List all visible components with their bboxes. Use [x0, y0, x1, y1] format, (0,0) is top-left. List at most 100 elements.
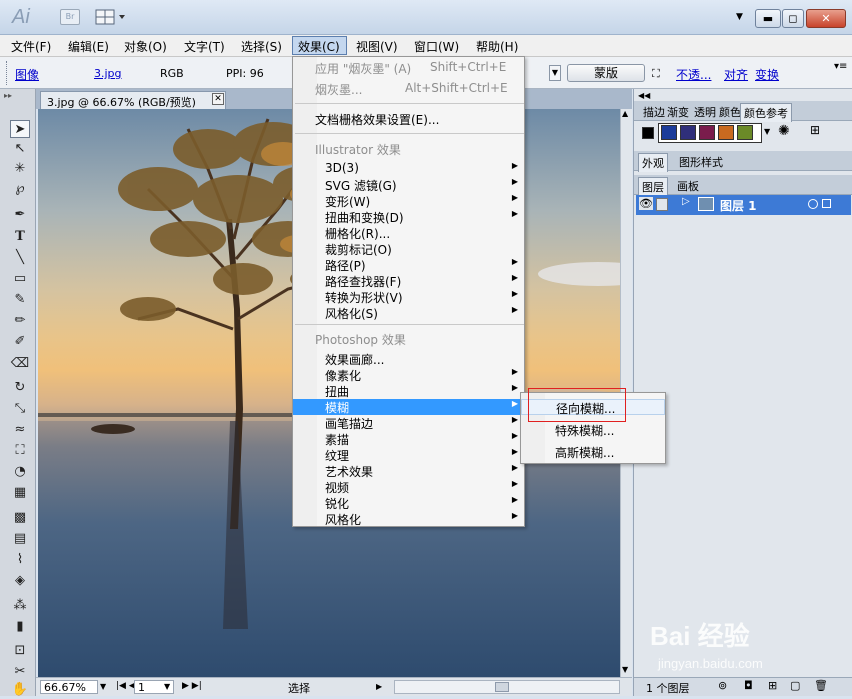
swatch-4[interactable] [718, 125, 734, 140]
submenu-item-gaussian-blur[interactable]: 高斯模糊... [521, 444, 665, 460]
scroll-thumb[interactable] [495, 682, 509, 692]
menu-item-last-effect[interactable]: 烟灰墨... Alt+Shift+Ctrl+E [293, 81, 524, 97]
direct-selection-tool-icon[interactable]: ↖ [10, 140, 30, 158]
target-circle-icon[interactable] [808, 199, 818, 209]
blend-tool-icon[interactable]: ◈ [10, 572, 30, 590]
menu-item-texture[interactable]: 纹理 ▶ [293, 447, 524, 463]
perspective-grid-tool-icon[interactable]: ▦ [10, 484, 30, 502]
hand-tool-icon[interactable]: ✋ [10, 681, 30, 699]
menu-item-distort[interactable]: 扭曲 ▶ [293, 383, 524, 399]
edit-colors-icon[interactable]: ✺ [778, 123, 790, 139]
paintbrush-tool-icon[interactable]: ✎ [10, 291, 30, 309]
status-menu-icon[interactable]: ▶ [376, 682, 382, 691]
blob-brush-tool-icon[interactable]: ✐ [10, 333, 30, 351]
zoom-field[interactable]: 66.67% [40, 680, 98, 694]
last-artboard-icon[interactable]: ▶ ▶| [182, 681, 202, 691]
image-link[interactable]: 图像 [15, 66, 39, 83]
menu-item-crop-marks[interactable]: 裁剪标记(O) [293, 241, 524, 257]
selection-tool-icon[interactable]: ➤ [10, 120, 30, 138]
panel-menu-icon[interactable]: ▾≡ [834, 61, 847, 72]
base-color-swatch[interactable] [642, 127, 654, 139]
column-graph-tool-icon[interactable]: ▮ [10, 618, 30, 636]
pencil-tool-icon[interactable]: ✏ [10, 312, 30, 330]
arrange-documents-icon[interactable] [95, 9, 127, 25]
minimize-button[interactable]: ▬ [755, 9, 781, 28]
pen-tool-icon[interactable]: ✒ [10, 206, 30, 224]
free-transform-tool-icon[interactable]: ⛶ [10, 442, 30, 460]
layer-row[interactable]: 👁 ▷ 图层 1 [636, 195, 851, 215]
swatch-5[interactable] [737, 125, 753, 140]
dropdown-arrow-icon[interactable]: ▼ [549, 65, 561, 81]
restore-button[interactable]: ◻ [782, 9, 804, 28]
crop-marks-icon[interactable]: ⛶ [652, 67, 660, 81]
menu-item-rasterize[interactable]: 栅格化(R)... [293, 225, 524, 241]
magic-wand-tool-icon[interactable]: ✳ [10, 160, 30, 178]
menu-item-sketch[interactable]: 素描 ▶ [293, 431, 524, 447]
menu-item-artistic[interactable]: 艺术效果 ▶ [293, 463, 524, 479]
selection-indicator-icon[interactable] [822, 199, 831, 208]
menu-window[interactable]: 窗口(W) [414, 38, 459, 55]
opacity-link[interactable]: 不透... [676, 66, 711, 83]
menu-item-brush-strokes[interactable]: 画笔描边 ▶ [293, 415, 524, 431]
swatch-2[interactable] [680, 125, 696, 140]
menu-item-distort-transform[interactable]: 扭曲和变换(D) ▶ [293, 209, 524, 225]
lock-toggle[interactable] [656, 198, 668, 211]
transform-link[interactable]: 变换 [755, 66, 779, 83]
collapse-icon[interactable]: ▸▸ [4, 91, 12, 100]
layer-name[interactable]: 图层 1 [720, 197, 757, 214]
menu-select[interactable]: 选择(S) [241, 38, 282, 55]
menu-item-path[interactable]: 路径(P) ▶ [293, 257, 524, 273]
menu-type[interactable]: 文字(T) [184, 38, 225, 55]
workspace-dropdown-icon[interactable]: ▼ [736, 12, 743, 22]
menu-item-3d[interactable]: 3D(3) ▶ [293, 161, 524, 177]
tab-transparency[interactable]: 透明 [691, 103, 719, 121]
close-button[interactable]: ✕ [806, 9, 846, 28]
new-swatch-group-icon[interactable]: ⊞ [810, 123, 820, 137]
eraser-tool-icon[interactable]: ⌫ [10, 355, 30, 373]
menu-help[interactable]: 帮助(H) [476, 38, 518, 55]
menu-item-convert-to-shape[interactable]: 转换为形状(V) ▶ [293, 289, 524, 305]
menu-item-sharpen[interactable]: 锐化 ▶ [293, 495, 524, 511]
menu-item-pathfinder[interactable]: 路径查找器(F) ▶ [293, 273, 524, 289]
menu-item-stylize-illustrator[interactable]: 风格化(S) ▶ [293, 305, 524, 321]
menu-item-blur[interactable]: 模糊 ▶ [293, 399, 524, 415]
menu-view[interactable]: 视图(V) [356, 38, 398, 55]
menu-item-pixelate[interactable]: 像素化 ▶ [293, 367, 524, 383]
mask-button[interactable]: 蒙版 [567, 64, 645, 82]
align-link[interactable]: 对齐 [724, 66, 748, 83]
tab-artboards[interactable]: 画板 [674, 177, 702, 195]
symbol-sprayer-tool-icon[interactable]: ⁂ [10, 597, 30, 615]
type-tool-icon[interactable]: T [10, 228, 30, 246]
first-artboard-icon[interactable]: |◀ ◀ [116, 681, 136, 691]
scroll-up-icon[interactable]: ▲ [622, 109, 628, 118]
menu-item-apply-last[interactable]: 应用 "烟灰墨" (A) Shift+Ctrl+E [293, 60, 524, 76]
tab-graphic-styles[interactable]: 图形样式 [676, 153, 726, 171]
rotate-tool-icon[interactable]: ↻ [10, 379, 30, 397]
mesh-tool-icon[interactable]: ▩ [10, 509, 30, 527]
menu-item-raster-settings[interactable]: 文档栅格效果设置(E)... [293, 111, 524, 127]
horizontal-scrollbar[interactable] [394, 680, 620, 694]
menu-item-stylize-photoshop[interactable]: 风格化 ▶ [293, 511, 524, 527]
scroll-down-icon[interactable]: ▼ [622, 665, 628, 674]
slice-tool-icon[interactable]: ✂ [10, 663, 30, 681]
tab-appearance[interactable]: 外观 [638, 153, 668, 172]
expand-layer-icon[interactable]: ▷ [682, 196, 690, 207]
menu-file[interactable]: 文件(F) [11, 38, 51, 55]
swatch-3[interactable] [699, 125, 715, 140]
zoom-dropdown-icon[interactable]: ▼ [100, 682, 106, 691]
menu-edit[interactable]: 编辑(E) [68, 38, 109, 55]
harmony-dropdown-icon[interactable]: ▼ [764, 127, 770, 136]
menu-item-warp[interactable]: 变形(W) ▶ [293, 193, 524, 209]
close-tab-icon[interactable]: ✕ [212, 93, 224, 105]
swatch-1[interactable] [661, 125, 677, 140]
line-tool-icon[interactable]: ╲ [10, 249, 30, 267]
bridge-button[interactable]: Br [60, 9, 80, 25]
file-name-link[interactable]: 3.jpg [94, 67, 122, 80]
artboard-dropdown-icon[interactable]: ▼ [164, 682, 170, 691]
gradient-tool-icon[interactable]: ▤ [10, 530, 30, 548]
menu-item-svg-filters[interactable]: SVG 滤镜(G) ▶ [293, 177, 524, 193]
menu-object[interactable]: 对象(O) [124, 38, 167, 55]
document-tab[interactable]: 3.jpg @ 66.67% (RGB/预览) [40, 91, 226, 109]
shape-builder-tool-icon[interactable]: ◔ [10, 463, 30, 481]
artboard-tool-icon[interactable]: ⊡ [10, 642, 30, 660]
